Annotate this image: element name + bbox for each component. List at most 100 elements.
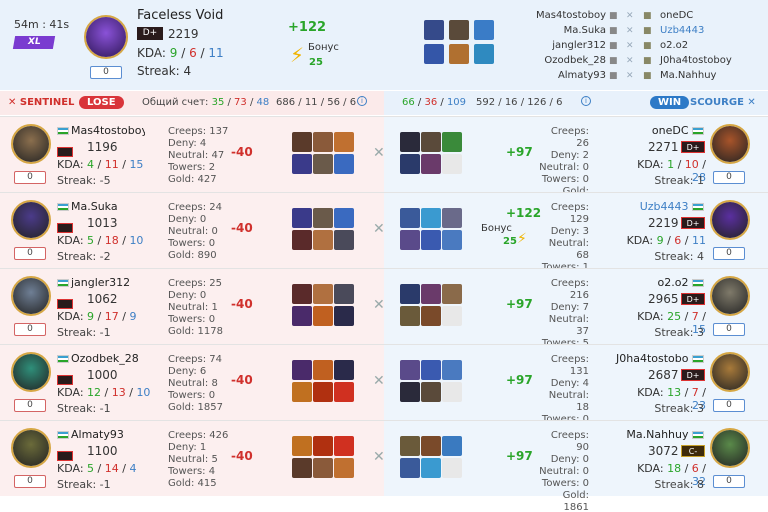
item-icon[interactable] [400, 436, 420, 456]
player-link[interactable]: Mas4tostoboy [520, 8, 606, 23]
item-icon[interactable] [313, 132, 333, 152]
item-icon[interactable] [334, 382, 354, 402]
player-name[interactable]: Almaty93 [57, 428, 145, 441]
item-icon[interactable] [313, 436, 333, 456]
item-icon[interactable] [292, 360, 312, 380]
player-name[interactable]: o2.o2 [614, 276, 706, 289]
item-icon[interactable] [421, 306, 441, 326]
item-icon[interactable] [292, 436, 312, 456]
item-icon[interactable] [313, 284, 333, 304]
player-avatar[interactable] [11, 276, 51, 316]
info-icon[interactable]: i [581, 96, 591, 106]
item-icon[interactable] [313, 458, 333, 478]
item-icon[interactable] [292, 230, 312, 250]
item-icon[interactable] [442, 230, 462, 250]
player-name[interactable]: Ozodbek_28 [57, 352, 145, 365]
player-link[interactable]: jangler312 [520, 38, 606, 53]
player-name-text[interactable]: o2.o2 [658, 276, 689, 289]
player-avatar[interactable] [710, 124, 750, 164]
item-icon[interactable] [292, 458, 312, 478]
player-avatar[interactable] [710, 352, 750, 392]
item-icon[interactable] [442, 382, 462, 402]
item-icon[interactable] [442, 306, 462, 326]
item-icon[interactable] [400, 382, 420, 402]
player-name[interactable]: Uzb4443 [614, 200, 706, 213]
player-avatar[interactable] [11, 124, 51, 164]
item-icon[interactable] [400, 458, 420, 478]
item-icon[interactable] [421, 284, 441, 304]
player-name[interactable]: J0ha4tostobo [614, 352, 706, 365]
player-name-text[interactable]: oneDC [652, 124, 689, 137]
item-icon[interactable] [421, 132, 441, 152]
item-icon[interactable] [400, 284, 420, 304]
item-icon[interactable] [334, 436, 354, 456]
player-name[interactable]: Mas4tostoboy [57, 124, 145, 137]
player-avatar[interactable] [710, 200, 750, 240]
item-icon[interactable] [334, 360, 354, 380]
item-icon[interactable] [421, 208, 441, 228]
item-icon[interactable] [292, 284, 312, 304]
player-name-text[interactable]: Mas4tostoboy [71, 124, 145, 137]
item-icon[interactable] [400, 230, 420, 250]
item-icon[interactable] [400, 208, 420, 228]
item-icon[interactable] [313, 230, 333, 250]
info-icon[interactable]: i [357, 96, 367, 106]
player-name-text[interactable]: Almaty93 [71, 428, 124, 441]
player-name-text[interactable]: Ozodbek_28 [71, 352, 139, 365]
item-icon[interactable] [400, 132, 420, 152]
item-icon[interactable] [334, 306, 354, 326]
player-name[interactable]: oneDC [614, 124, 706, 137]
item-icon[interactable] [313, 360, 333, 380]
player-name[interactable]: Ma.Nahhuy [614, 428, 706, 441]
item-icon[interactable] [421, 230, 441, 250]
item-icon[interactable] [292, 154, 312, 174]
item-icon[interactable] [442, 208, 462, 228]
player-link[interactable]: o2.o2 [660, 38, 760, 53]
player-name-text[interactable]: Ma.Suka [71, 200, 118, 213]
item-icon[interactable] [313, 208, 333, 228]
item-icon[interactable] [334, 458, 354, 478]
item-icon[interactable] [421, 436, 441, 456]
player-link[interactable]: oneDC [660, 8, 760, 23]
player-link[interactable]: Ma.Nahhuy [660, 68, 760, 83]
player-avatar[interactable] [710, 276, 750, 316]
player-name-text[interactable]: jangler312 [71, 276, 130, 289]
item-icon[interactable] [334, 208, 354, 228]
item-icon[interactable] [292, 306, 312, 326]
item-icon[interactable] [421, 154, 441, 174]
player-name-text[interactable]: J0ha4tostobo [616, 352, 688, 365]
item-icon[interactable] [421, 458, 441, 478]
player-name-text[interactable]: Uzb4443 [640, 200, 689, 213]
item-icon[interactable] [313, 382, 333, 402]
item-icon[interactable] [421, 382, 441, 402]
item-icon[interactable] [292, 382, 312, 402]
item-icon[interactable] [442, 284, 462, 304]
item-icon[interactable] [292, 208, 312, 228]
player-avatar[interactable] [11, 200, 51, 240]
item-icon[interactable] [400, 306, 420, 326]
player-name[interactable]: Ma.Suka [57, 200, 145, 213]
player-link[interactable]: Ma.Suka [520, 23, 606, 38]
item-icon[interactable] [292, 132, 312, 152]
player-name-text[interactable]: Ma.Nahhuy [626, 428, 688, 441]
item-icon[interactable] [334, 230, 354, 250]
player-link[interactable]: Uzb4443 [660, 23, 760, 38]
player-name[interactable]: jangler312 [57, 276, 145, 289]
item-icon[interactable] [334, 132, 354, 152]
player-avatar[interactable] [710, 428, 750, 468]
item-icon[interactable] [400, 360, 420, 380]
player-link[interactable]: Ozodbek_28 [520, 53, 606, 68]
item-icon[interactable] [442, 154, 462, 174]
item-icon[interactable] [334, 284, 354, 304]
item-icon[interactable] [442, 360, 462, 380]
item-icon[interactable] [334, 154, 354, 174]
item-icon[interactable] [442, 132, 462, 152]
item-icon[interactable] [421, 360, 441, 380]
item-icon[interactable] [313, 306, 333, 326]
player-avatar[interactable] [11, 428, 51, 468]
player-link[interactable]: J0ha4tostoboy [660, 53, 760, 68]
player-link[interactable]: Almaty93 [520, 68, 606, 83]
item-icon[interactable] [442, 458, 462, 478]
player-avatar[interactable] [11, 352, 51, 392]
item-icon[interactable] [442, 436, 462, 456]
